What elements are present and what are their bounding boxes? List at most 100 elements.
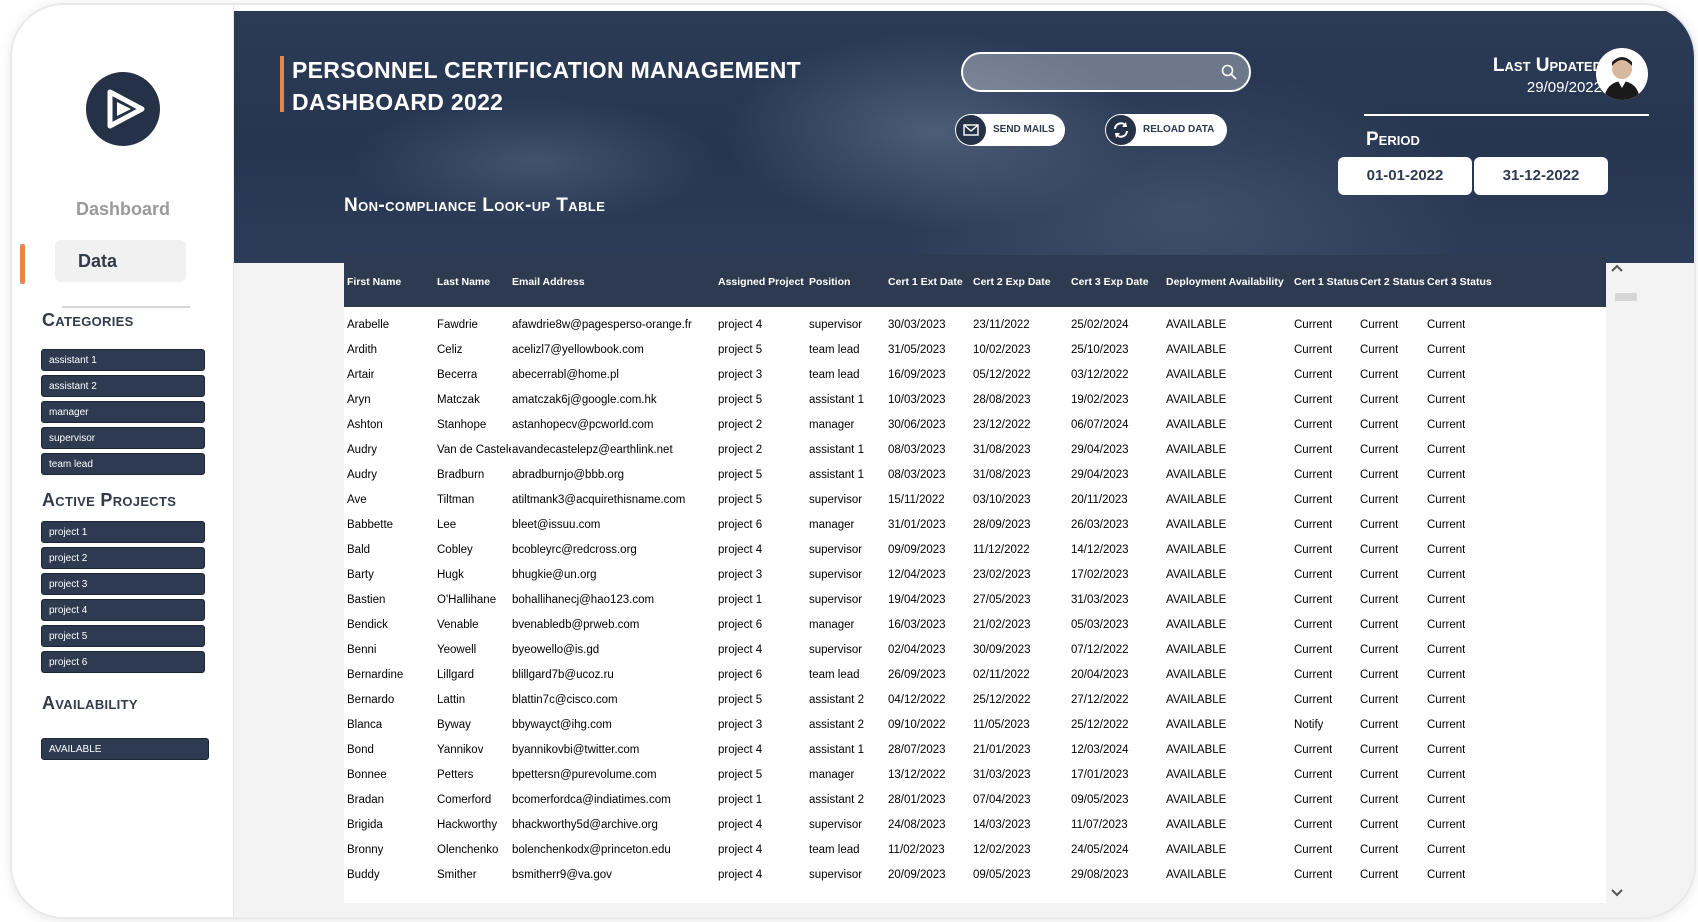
table-cell: Babbette [347, 519, 394, 531]
table-cell: project 4 [718, 319, 763, 331]
table-cell: Ashton [347, 419, 383, 431]
table-cell: 31/03/2023 [973, 769, 1031, 781]
table-cell: Current [1427, 619, 1466, 631]
table-cell: Current [1360, 469, 1399, 481]
table-row[interactable]: Brigida Hackworthy bhackworthy5d@archive.o… [344, 813, 1606, 838]
table-cell: Van de Castele [437, 444, 511, 456]
table-cell: AVAILABLE [1166, 444, 1227, 456]
table-cell: 30/03/2023 [888, 319, 946, 331]
category-chip[interactable]: supervisor [41, 427, 205, 449]
table-row[interactable]: Ardith Celiz acelizl7@yellowbook.com projec… [344, 338, 1606, 363]
table-row[interactable]: Artair Becerra abecerrabl@home.pl project 3… [344, 363, 1606, 388]
availability-chip[interactable]: AVAILABLE [41, 738, 209, 760]
table-cell: project 5 [718, 694, 763, 706]
period-end-date[interactable]: 31-12-2022 [1474, 157, 1608, 195]
table-cell: 10/03/2023 [888, 394, 946, 406]
table-row[interactable]: Bernardo Lattin blattin7c@cisco.com project… [344, 688, 1606, 713]
table-row[interactable]: Blanca Byway bbywayct@ihg.com project 3 assi… [344, 713, 1606, 738]
project-chip[interactable]: project 2 [41, 547, 205, 569]
table-row[interactable]: Bernardine Lillgard blillgard7b@ucoz.ru pro… [344, 663, 1606, 688]
project-chip[interactable]: project 3 [41, 573, 205, 595]
table-subtitle: Non-compliance Look-up Table [344, 195, 606, 216]
chevron-up-icon[interactable] [1610, 260, 1624, 278]
table-cell: Current [1294, 369, 1333, 381]
table-cell: 07/04/2023 [973, 794, 1031, 806]
table-cell: Bernardo [347, 694, 395, 706]
table-row[interactable]: Audry Bradburn abradburnjo@bbb.org project … [344, 463, 1606, 488]
table-row[interactable]: Audry Van de Castele avandecastelepz@earth… [344, 438, 1606, 463]
categories-heading: Categories [42, 310, 134, 330]
table-cell: Byway [437, 719, 471, 731]
table-row[interactable]: Bendick Venable bvenabledb@prweb.com projec… [344, 613, 1606, 638]
table-cell: 07/12/2022 [1071, 644, 1129, 656]
user-avatar [1596, 48, 1648, 100]
table-cell: project 4 [718, 744, 763, 756]
table-cell: 29/04/2023 [1071, 469, 1129, 481]
table-row[interactable]: Barty Hugk bhugkie@un.org project 3 supervis… [344, 563, 1606, 588]
table-cell: 06/07/2024 [1071, 419, 1129, 431]
scrollbar-thumb[interactable] [1615, 293, 1637, 301]
header-divider [1364, 114, 1649, 116]
table-row[interactable]: Bald Cobley bcobleyrc@redcross.org project … [344, 538, 1606, 563]
project-chip[interactable]: project 1 [41, 521, 205, 543]
reload-data-button[interactable]: RELOAD DATA [1105, 114, 1227, 146]
table-cell: Current [1294, 619, 1333, 631]
table-cell: Current [1294, 819, 1333, 831]
send-mails-button[interactable]: SEND MAILS [955, 114, 1065, 146]
table-cell: 04/12/2022 [888, 694, 946, 706]
table-cell: 05/12/2022 [973, 369, 1031, 381]
nav-data[interactable]: Data [55, 240, 186, 282]
table-cell: Current [1427, 869, 1466, 881]
search-icon[interactable] [1221, 64, 1237, 85]
table-row[interactable]: Benni Yeowell byeowello@is.gd project 4 supe… [344, 638, 1606, 663]
category-chip[interactable]: assistant 1 [41, 349, 205, 371]
table-cell: 20/04/2023 [1071, 669, 1129, 681]
table-row[interactable]: Bastien O'Hallihane bohallihanecj@hao123.c… [344, 588, 1606, 613]
category-chip[interactable]: team lead [41, 453, 205, 475]
table-cell: 20/11/2023 [1071, 494, 1128, 506]
search-box[interactable] [961, 52, 1251, 92]
search-input[interactable] [977, 62, 1207, 82]
table-cell: assistant 2 [809, 794, 864, 806]
table-row[interactable]: Aryn Matczak amatczak6j@google.com.hk proje… [344, 388, 1606, 413]
table-cell: supervisor [809, 569, 863, 581]
table-cell: Artair [347, 369, 375, 381]
table-cell: Current [1294, 394, 1333, 406]
project-chip[interactable]: project 4 [41, 599, 205, 621]
table-row[interactable]: Bonnee Petters bpettersn@purevolume.com pro… [344, 763, 1606, 788]
table-cell: team lead [809, 344, 860, 356]
table-header: First Name Last Name Email Address Assigned… [344, 255, 1606, 307]
table-row[interactable]: Ashton Stanhope astanhopecv@pcworld.com pro… [344, 413, 1606, 438]
chevron-down-icon[interactable] [1610, 885, 1624, 903]
table-cell: 11/07/2023 [1071, 819, 1128, 831]
nav-dashboard[interactable]: Dashboard [12, 199, 234, 220]
table-cell: bbywayct@ihg.com [512, 719, 612, 731]
availability-slicer: AVAILABLE [41, 738, 209, 764]
table-row[interactable]: Arabelle Fawdrie afawdrie8w@pagesperso-ora… [344, 313, 1606, 338]
dashboard-title: PERSONNEL CERTIFICATION MANAGEMENT DASHB… [292, 57, 801, 115]
table-cell: Current [1427, 744, 1466, 756]
category-chip[interactable]: assistant 2 [41, 375, 205, 397]
table-row[interactable]: Babbette Lee bleet@issuu.com project 6 manag… [344, 513, 1606, 538]
table-row[interactable]: Ave Tiltman atiltmank3@acquirethisname.com… [344, 488, 1606, 513]
table-row[interactable]: Bradan Comerford bcomerfordca@indiatimes.c… [344, 788, 1606, 813]
table-cell: project 4 [718, 844, 763, 856]
period-start-date[interactable]: 01-01-2022 [1338, 157, 1472, 195]
table-cell: Current [1427, 569, 1466, 581]
table-cell: Bond [347, 744, 374, 756]
table-row[interactable]: Bond Yannikov byannikovbi@twitter.com proje… [344, 738, 1606, 763]
table-row[interactable]: Bronny Olenchenko bolenchenkodx@princeton.… [344, 838, 1606, 863]
table-cell: project 4 [718, 544, 763, 556]
project-chip[interactable]: project 5 [41, 625, 205, 647]
header-banner: PERSONNEL CERTIFICATION MANAGEMENT DASHB… [234, 11, 1694, 263]
table-cell: Current [1360, 719, 1399, 731]
table-cell: Current [1360, 394, 1399, 406]
table-cell: Current [1360, 694, 1399, 706]
table-cell: 17/01/2023 [1071, 769, 1129, 781]
table-cell: bsmitherr9@va.gov [512, 869, 612, 881]
table-cell: AVAILABLE [1166, 869, 1227, 881]
table-cell: team lead [809, 369, 860, 381]
category-chip[interactable]: manager [41, 401, 205, 423]
table-row[interactable]: Buddy Smither bsmitherr9@va.gov project 4 su… [344, 863, 1606, 888]
project-chip[interactable]: project 6 [41, 651, 205, 673]
